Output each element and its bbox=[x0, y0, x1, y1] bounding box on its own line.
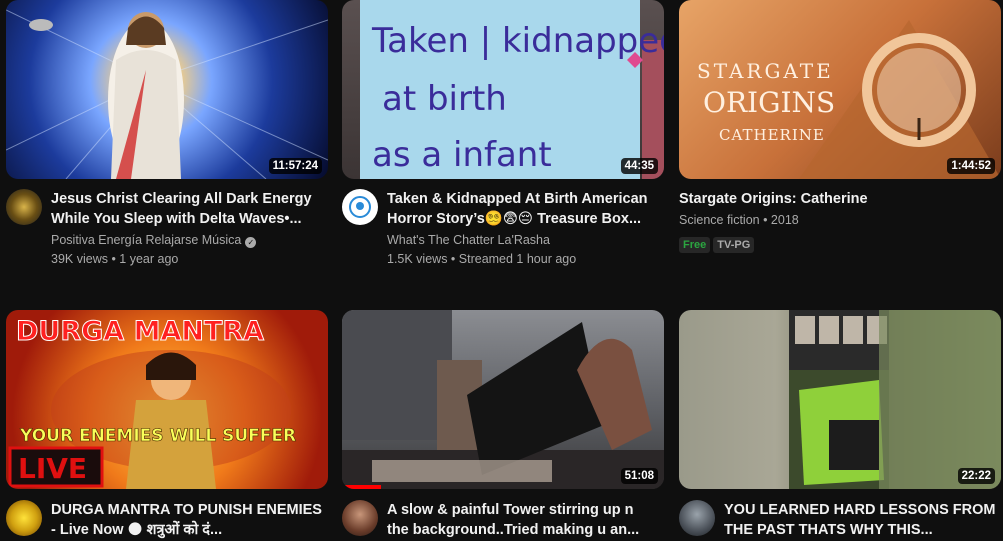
video-title[interactable]: Taken & Kidnapped At Birth American Horr… bbox=[387, 189, 659, 229]
badge-row: Free TV-PG bbox=[679, 235, 951, 253]
thumbnail-art: DURGA MANTRA YOUR ENEMIES WILL SUFFER LI… bbox=[8, 316, 296, 489]
duration-badge: 44:35 bbox=[620, 158, 658, 174]
thumbnail-art bbox=[789, 310, 1001, 489]
channel-avatar[interactable] bbox=[6, 189, 42, 225]
video-title[interactable]: Jesus Christ Clearing All Dark Energy Wh… bbox=[51, 189, 323, 229]
thumb-text-line: YOUR ENEMIES WILL SUFFER bbox=[19, 426, 296, 446]
video-card[interactable]: 22:22 YOU LEARNED HARD LESSONS FROM THE … bbox=[679, 310, 1001, 538]
thumbnail-art: Taken | kidnapped at birth as a infant bbox=[360, 0, 664, 179]
thumb-text-line: STARGATE bbox=[697, 59, 834, 83]
verified-icon: ✓ bbox=[245, 237, 257, 248]
video-card[interactable]: DURGA MANTRA YOUR ENEMIES WILL SUFFER LI… bbox=[6, 310, 328, 538]
video-title[interactable]: A slow & painful Tower stirring up n the… bbox=[387, 500, 659, 540]
thumb-text-line: CATHERINE bbox=[719, 126, 825, 144]
thumbnail-art: STARGATE ORIGINS CATHERINE bbox=[697, 20, 1001, 179]
video-thumbnail[interactable]: Taken | kidnapped at birth as a infant 4… bbox=[342, 0, 664, 179]
thumb-text-line: LIVE bbox=[18, 452, 87, 485]
video-card[interactable]: Taken | kidnapped at birth as a infant 4… bbox=[342, 0, 664, 266]
duration-badge: 51:08 bbox=[620, 468, 658, 484]
channel-name[interactable]: Positiva Energía Relajarse Música ✓ bbox=[51, 231, 323, 250]
channel-logo-icon bbox=[349, 196, 371, 218]
duration-badge: 11:57:24 bbox=[268, 158, 322, 174]
duration-badge: 1:44:52 bbox=[947, 158, 995, 174]
thumb-text-line: DURGA MANTRA bbox=[16, 316, 264, 347]
channel-avatar[interactable] bbox=[679, 500, 715, 536]
duration-badge: 22:22 bbox=[957, 468, 995, 484]
video-card[interactable]: 11:57:24 Jesus Christ Clearing All Dark … bbox=[6, 0, 328, 266]
video-card[interactable]: STARGATE ORIGINS CATHERINE 1:44:52 Starg… bbox=[679, 0, 1001, 253]
channel-avatar[interactable] bbox=[6, 500, 42, 536]
channel-name[interactable]: What's The Chatter La'Rasha bbox=[387, 231, 659, 250]
video-title[interactable]: DURGA MANTRA TO PUNISH ENEMIES - Live No… bbox=[51, 500, 323, 540]
thumb-text-line: Taken | kidnapped bbox=[371, 21, 664, 61]
video-thumbnail[interactable]: 51:08 bbox=[342, 310, 664, 489]
thumbnail-art bbox=[342, 310, 664, 489]
thumb-text-line: as a infant bbox=[372, 135, 552, 175]
thumbnail-art bbox=[6, 9, 328, 179]
channel-avatar[interactable] bbox=[342, 500, 378, 536]
watch-progress-bar bbox=[342, 485, 381, 489]
video-stats: 1.5K views • Streamed 1 hour ago bbox=[387, 252, 577, 266]
rating-badge: TV-PG bbox=[713, 237, 755, 253]
channel-avatar[interactable] bbox=[342, 189, 378, 225]
channel-name-text[interactable]: Positiva Energía Relajarse Música bbox=[51, 233, 241, 247]
thumb-text-line: at birth bbox=[382, 79, 507, 119]
video-genre: Science fiction • 2018 bbox=[679, 213, 799, 227]
video-thumbnail[interactable]: STARGATE ORIGINS CATHERINE 1:44:52 bbox=[679, 0, 1001, 179]
video-thumbnail[interactable]: DURGA MANTRA YOUR ENEMIES WILL SUFFER LI… bbox=[6, 310, 328, 489]
video-title[interactable]: YOU LEARNED HARD LESSONS FROM THE PAST T… bbox=[724, 500, 996, 540]
video-title[interactable]: Stargate Origins: Catherine bbox=[679, 189, 951, 209]
video-stats: 39K views • 1 year ago bbox=[51, 252, 179, 266]
video-card[interactable]: 51:08 A slow & painful Tower stirring up… bbox=[342, 310, 664, 538]
free-badge: Free bbox=[679, 237, 711, 253]
video-grid: 11:57:24 Jesus Christ Clearing All Dark … bbox=[0, 0, 1003, 541]
video-thumbnail[interactable]: 22:22 bbox=[679, 310, 1001, 489]
video-thumbnail[interactable]: 11:57:24 bbox=[6, 0, 328, 179]
thumb-text-line: ORIGINS bbox=[703, 86, 835, 119]
